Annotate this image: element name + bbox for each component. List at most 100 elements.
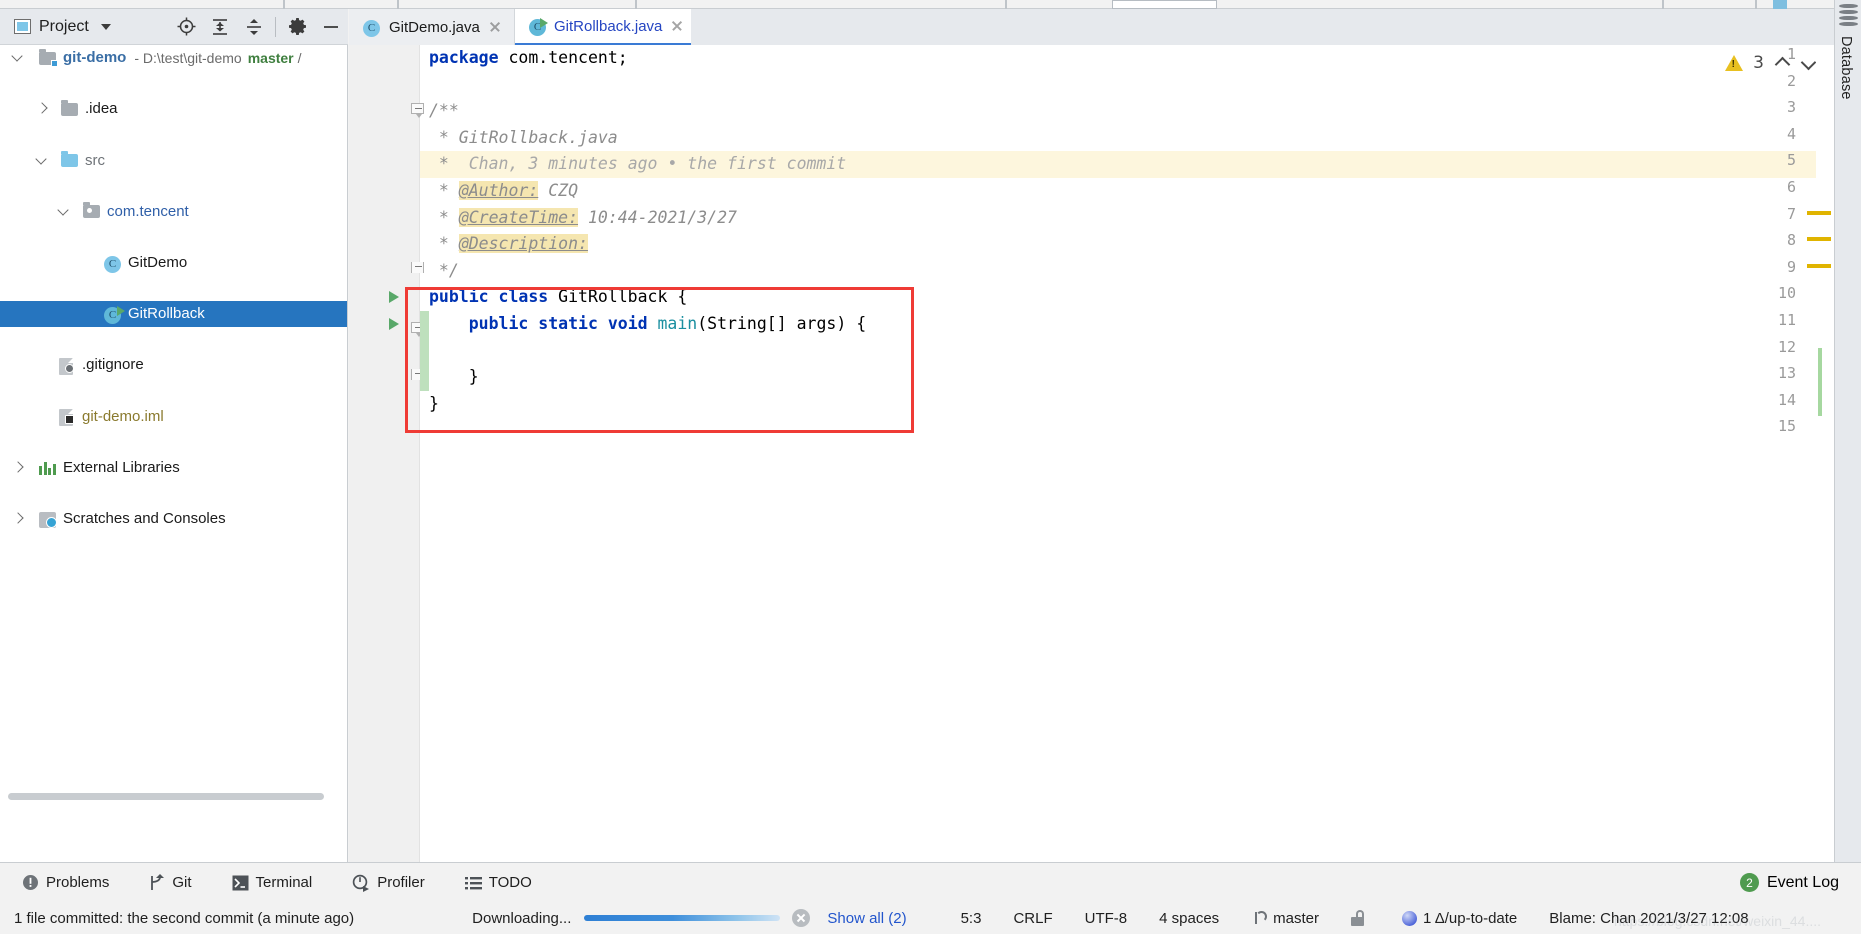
unlocked-icon[interactable] [1342, 910, 1375, 926]
tool-window-label: Problems [46, 874, 110, 891]
editor-gutter[interactable] [349, 45, 420, 862]
project-panel-header: Project [0, 9, 348, 45]
project-view-icon [14, 19, 31, 34]
sidebar-item-database[interactable]: Database [1838, 36, 1854, 100]
run-gutter-icon[interactable] [389, 291, 399, 303]
chevron-right-icon[interactable] [12, 512, 25, 525]
status-indent[interactable]: 4 spaces [1150, 910, 1228, 927]
tree-item-com-tencent[interactable]: com.tencent [0, 199, 347, 225]
tab-gitrollback-java[interactable]: C GitRollback.java [515, 9, 691, 45]
tree-item-gitignore[interactable]: .gitignore [0, 352, 347, 378]
chevron-down-icon[interactable] [12, 51, 25, 64]
fold-marker-javadoc-end[interactable] [411, 262, 425, 276]
cancel-circle-icon[interactable] [784, 909, 818, 927]
inspection-widget[interactable]: 3 [1725, 53, 1816, 73]
git-branch-icon [149, 873, 165, 892]
tool-window-label: TODO [488, 874, 532, 891]
code-line: } [429, 367, 479, 387]
chevron-down-icon[interactable] [58, 205, 71, 218]
tool-window-git[interactable]: Git [123, 863, 205, 903]
expand-all-icon[interactable] [203, 10, 237, 44]
code-line: public class GitRollback { [429, 287, 688, 307]
status-sync[interactable]: 1 Δ/up-to-date [1393, 910, 1526, 927]
status-commit-message[interactable]: 1 file committed: the second commit (a m… [0, 910, 363, 927]
event-log-count: 2 [1739, 873, 1759, 892]
tool-window-problems[interactable]: Problems [0, 863, 123, 903]
tree-item-label: GitDemo [128, 254, 188, 272]
status-progress-label: Downloading... [472, 909, 572, 927]
tool-window-todo[interactable]: TODO [439, 863, 546, 903]
editor-marker-strip[interactable] [1807, 45, 1834, 862]
tree-item-label: GitRollback [128, 305, 205, 323]
status-line-separator[interactable]: CRLF [1004, 910, 1061, 927]
tree-item-external-libraries[interactable]: External Libraries [0, 455, 347, 481]
code-line: * Chan, 3 minutes ago • the first commit [429, 154, 847, 174]
warning-count: 3 [1753, 53, 1764, 73]
folder-icon [61, 99, 79, 117]
tree-item-src[interactable]: src [0, 147, 347, 173]
tree-item-gitdemo[interactable]: C GitDemo [0, 250, 347, 276]
tree-item-label: com.tencent [107, 202, 189, 220]
profiler-icon [352, 874, 370, 892]
event-log-label: Event Log [1766, 873, 1839, 891]
tree-item-label: Scratches and Consoles [63, 510, 226, 528]
package-icon [83, 202, 101, 219]
tool-window-profiler[interactable]: Profiler [326, 863, 439, 903]
chevron-right-icon[interactable] [12, 461, 25, 474]
warning-marker[interactable] [1807, 237, 1831, 241]
warning-marker[interactable] [1807, 211, 1831, 215]
project-panel-title-group[interactable]: Project [14, 18, 111, 36]
close-icon[interactable] [670, 19, 681, 33]
run-gutter-icon[interactable] [389, 317, 399, 330]
tree-item-scratches[interactable]: Scratches and Consoles [0, 506, 347, 532]
toolbar-strip [0, 0, 1861, 9]
chevron-up-icon[interactable] [1774, 55, 1790, 71]
code-editor[interactable]: 1 2 3 4 5 6 7 8 9 10 11 12 13 14 15 pack… [349, 45, 1834, 862]
chevron-down-icon[interactable] [36, 154, 49, 167]
tree-item-gitrollback[interactable]: C GitRollback [0, 300, 347, 327]
tool-window-label: Profiler [377, 874, 425, 891]
blue-sphere-icon [1402, 910, 1418, 926]
status-sync-label: 1 Δ/up-to-date [1423, 909, 1518, 927]
tree-item-idea[interactable]: .idea [0, 96, 347, 122]
tree-item-slash: / [297, 49, 302, 66]
project-tree[interactable]: git-demo - D:\test\git-demo master / .id… [0, 45, 348, 862]
chevron-down-icon[interactable] [100, 23, 111, 30]
warning-marker[interactable] [1807, 264, 1831, 268]
code-line: */ [429, 260, 459, 280]
tree-item-label: git-demo [63, 49, 127, 67]
gitignore-file-icon [58, 357, 76, 375]
vcs-change-bar[interactable] [420, 311, 429, 391]
tool-window-label: Terminal [255, 874, 313, 891]
change-marker[interactable] [1818, 348, 1822, 416]
warning-triangle-icon [1725, 55, 1744, 71]
code-line: } [429, 393, 439, 413]
tree-item-label: src [85, 151, 105, 169]
chevron-right-icon[interactable] [36, 102, 49, 115]
project-horizontal-scrollbar[interactable] [8, 793, 324, 800]
status-encoding[interactable]: UTF-8 [1076, 910, 1137, 927]
libraries-icon [39, 459, 57, 476]
tab-gitdemo-java[interactable]: C GitDemo.java [349, 9, 515, 45]
status-caret-position[interactable]: 5:3 [952, 910, 991, 927]
close-icon[interactable] [488, 20, 502, 34]
code-text-area[interactable]: package com.tencent; /** * GitRollback.j… [429, 45, 1834, 862]
right-tool-sidebar[interactable]: Database [1834, 0, 1861, 862]
terminal-icon [232, 875, 249, 891]
event-log-button[interactable]: 2 Event Log [1739, 873, 1861, 892]
settings-gear-icon[interactable] [280, 10, 314, 44]
status-show-all-link[interactable]: Show all (2) [818, 910, 915, 927]
code-line: package com.tencent; [429, 48, 628, 67]
locate-icon[interactable] [169, 10, 203, 44]
tool-window-terminal[interactable]: Terminal [206, 863, 327, 903]
tool-window-label: Git [172, 874, 192, 891]
tree-item-iml[interactable]: git-demo.iml [0, 403, 347, 429]
status-branch[interactable]: master [1244, 909, 1328, 927]
fold-marker-javadoc[interactable] [411, 103, 425, 118]
chevron-down-icon[interactable] [1800, 55, 1816, 71]
collapse-all-icon[interactable] [237, 10, 271, 44]
code-line: * @Author: CZQ [429, 181, 579, 200]
tree-item-branch: master [247, 49, 294, 66]
tree-item-git-demo[interactable]: git-demo - D:\test\git-demo master / [0, 45, 347, 71]
hide-minus-icon[interactable] [314, 10, 348, 44]
